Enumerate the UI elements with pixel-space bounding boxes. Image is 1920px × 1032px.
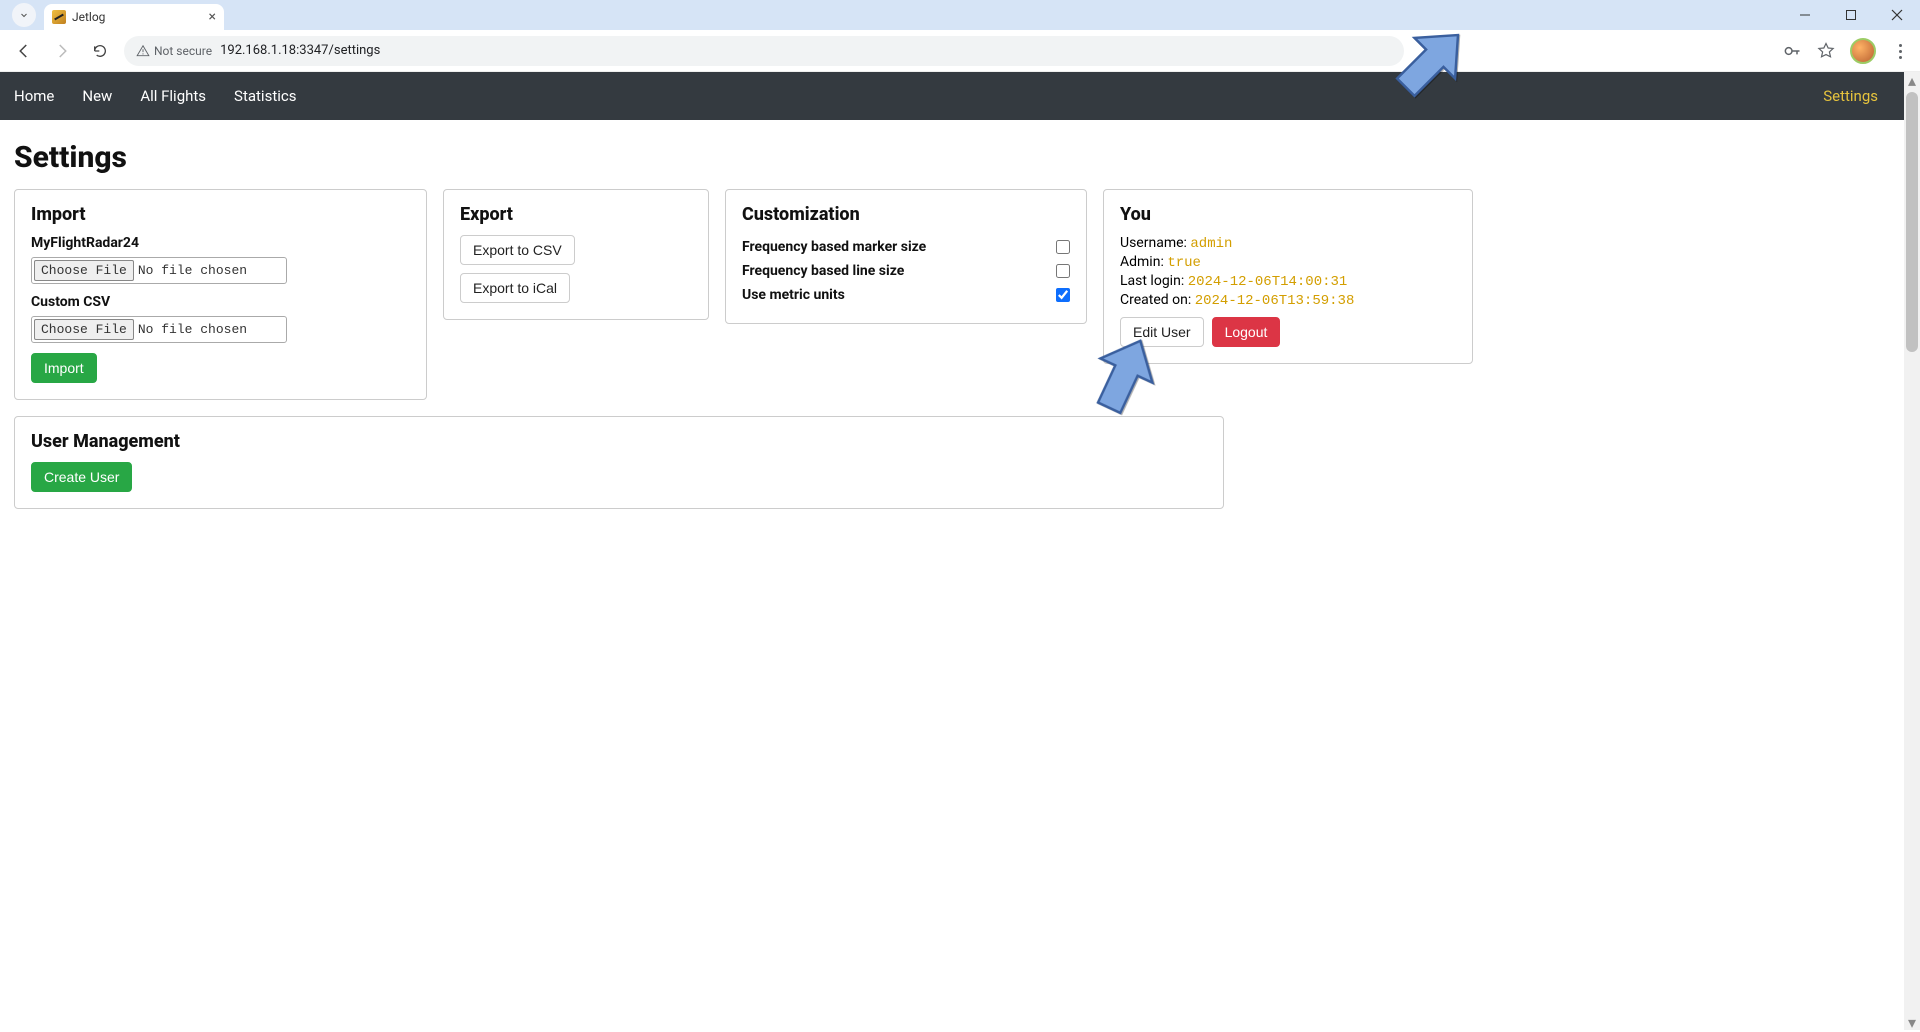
browser-back-button[interactable] <box>10 37 38 65</box>
opt-marker-label: Frequency based marker size <box>742 239 926 255</box>
admin-label: Admin: <box>1120 254 1167 270</box>
security-label: Not secure <box>154 44 212 58</box>
file-input-myflightradar24[interactable]: Choose File No file chosen <box>31 257 287 284</box>
created-value: 2024-12-06T13:59:38 <box>1195 293 1355 309</box>
tab-title: Jetlog <box>72 10 105 24</box>
edit-user-button[interactable]: Edit User <box>1120 317 1204 347</box>
you-heading: You <box>1120 204 1456 225</box>
nav-all-flights[interactable]: All Flights <box>140 87 206 105</box>
window-close-button[interactable] <box>1874 0 1920 30</box>
username-label: Username: <box>1120 235 1190 251</box>
window-controls <box>1782 0 1920 30</box>
arrow-left-icon <box>15 42 33 60</box>
tab-close-button[interactable]: × <box>209 10 216 24</box>
lastlogin-value: 2024-12-06T14:00:31 <box>1188 274 1348 290</box>
export-heading: Export <box>460 204 692 225</box>
vertical-scrollbar[interactable]: ▴ ▾ <box>1904 72 1920 1030</box>
favicon-icon <box>52 10 66 24</box>
choose-file-button-2[interactable]: Choose File <box>34 319 134 340</box>
admin-value: true <box>1167 255 1201 271</box>
arrow-right-icon <box>53 42 71 60</box>
browser-reload-button[interactable] <box>86 37 114 65</box>
url-field[interactable]: Not secure 192.168.1.18:3347/settings <box>124 36 1404 66</box>
export-csv-button[interactable]: Export to CSV <box>460 235 575 265</box>
import-button[interactable]: Import <box>31 353 97 383</box>
nav-statistics[interactable]: Statistics <box>234 87 296 105</box>
app-nav: Home New All Flights Statistics Settings <box>0 72 1920 120</box>
chevron-down-icon <box>18 9 30 21</box>
file-status-2: No file chosen <box>138 322 247 337</box>
file-status-1: No file chosen <box>138 263 247 278</box>
choose-file-button-1[interactable]: Choose File <box>34 260 134 281</box>
lastlogin-label: Last login: <box>1120 273 1188 289</box>
scrollbar-down-icon[interactable]: ▾ <box>1904 1014 1920 1030</box>
page-title: Settings <box>14 140 1906 175</box>
create-user-button[interactable]: Create User <box>31 462 132 492</box>
page-viewport: Home New All Flights Statistics Settings… <box>0 72 1920 1030</box>
browser-tab-strip: Jetlog × <box>0 0 1920 30</box>
window-minimize-button[interactable] <box>1782 0 1828 30</box>
card-import: Import MyFlightRadar24 Choose File No fi… <box>14 189 427 400</box>
logout-button[interactable]: Logout <box>1212 317 1281 347</box>
import-source-myflightradar24-label: MyFlightRadar24 <box>31 235 410 251</box>
username-value: admin <box>1190 236 1232 252</box>
file-input-customcsv[interactable]: Choose File No file chosen <box>31 316 287 343</box>
browser-forward-button[interactable] <box>48 37 76 65</box>
url-text: 192.168.1.18:3347/settings <box>220 43 380 58</box>
security-badge[interactable]: Not secure <box>136 44 212 58</box>
nav-settings[interactable]: Settings <box>1823 87 1878 105</box>
usermgmt-heading: User Management <box>31 431 1207 452</box>
created-label: Created on: <box>1120 292 1195 308</box>
warning-icon <box>136 44 150 58</box>
opt-line-checkbox[interactable] <box>1056 264 1070 278</box>
browser-address-bar: Not secure 192.168.1.18:3347/settings <box>0 30 1920 72</box>
tab-search-button[interactable] <box>12 3 36 27</box>
opt-line-label: Frequency based line size <box>742 263 904 279</box>
browser-menu-button[interactable] <box>1890 41 1910 61</box>
window-maximize-button[interactable] <box>1828 0 1874 30</box>
opt-marker-checkbox[interactable] <box>1056 240 1070 254</box>
reload-icon <box>92 43 108 59</box>
browser-tab[interactable]: Jetlog × <box>44 4 224 30</box>
nav-new[interactable]: New <box>82 87 112 105</box>
card-you: You Username: admin Admin: true Last log… <box>1103 189 1473 364</box>
card-customization: Customization Frequency based marker siz… <box>725 189 1087 324</box>
export-ical-button[interactable]: Export to iCal <box>460 273 570 303</box>
profile-avatar[interactable] <box>1850 38 1876 64</box>
card-export: Export Export to CSV Export to iCal <box>443 189 709 320</box>
scrollbar-up-icon[interactable]: ▴ <box>1904 72 1920 88</box>
opt-metric-checkbox[interactable] <box>1056 288 1070 302</box>
card-user-management: User Management Create User <box>14 416 1224 509</box>
customization-heading: Customization <box>742 204 1070 225</box>
opt-metric-label: Use metric units <box>742 287 845 303</box>
import-source-customcsv-label: Custom CSV <box>31 294 410 310</box>
import-heading: Import <box>31 204 410 225</box>
password-key-icon[interactable] <box>1782 41 1802 61</box>
kebab-icon <box>1899 44 1902 59</box>
page-body: Settings Import MyFlightRadar24 Choose F… <box>0 120 1920 523</box>
nav-home[interactable]: Home <box>14 87 54 105</box>
bookmark-star-button[interactable] <box>1816 41 1836 61</box>
